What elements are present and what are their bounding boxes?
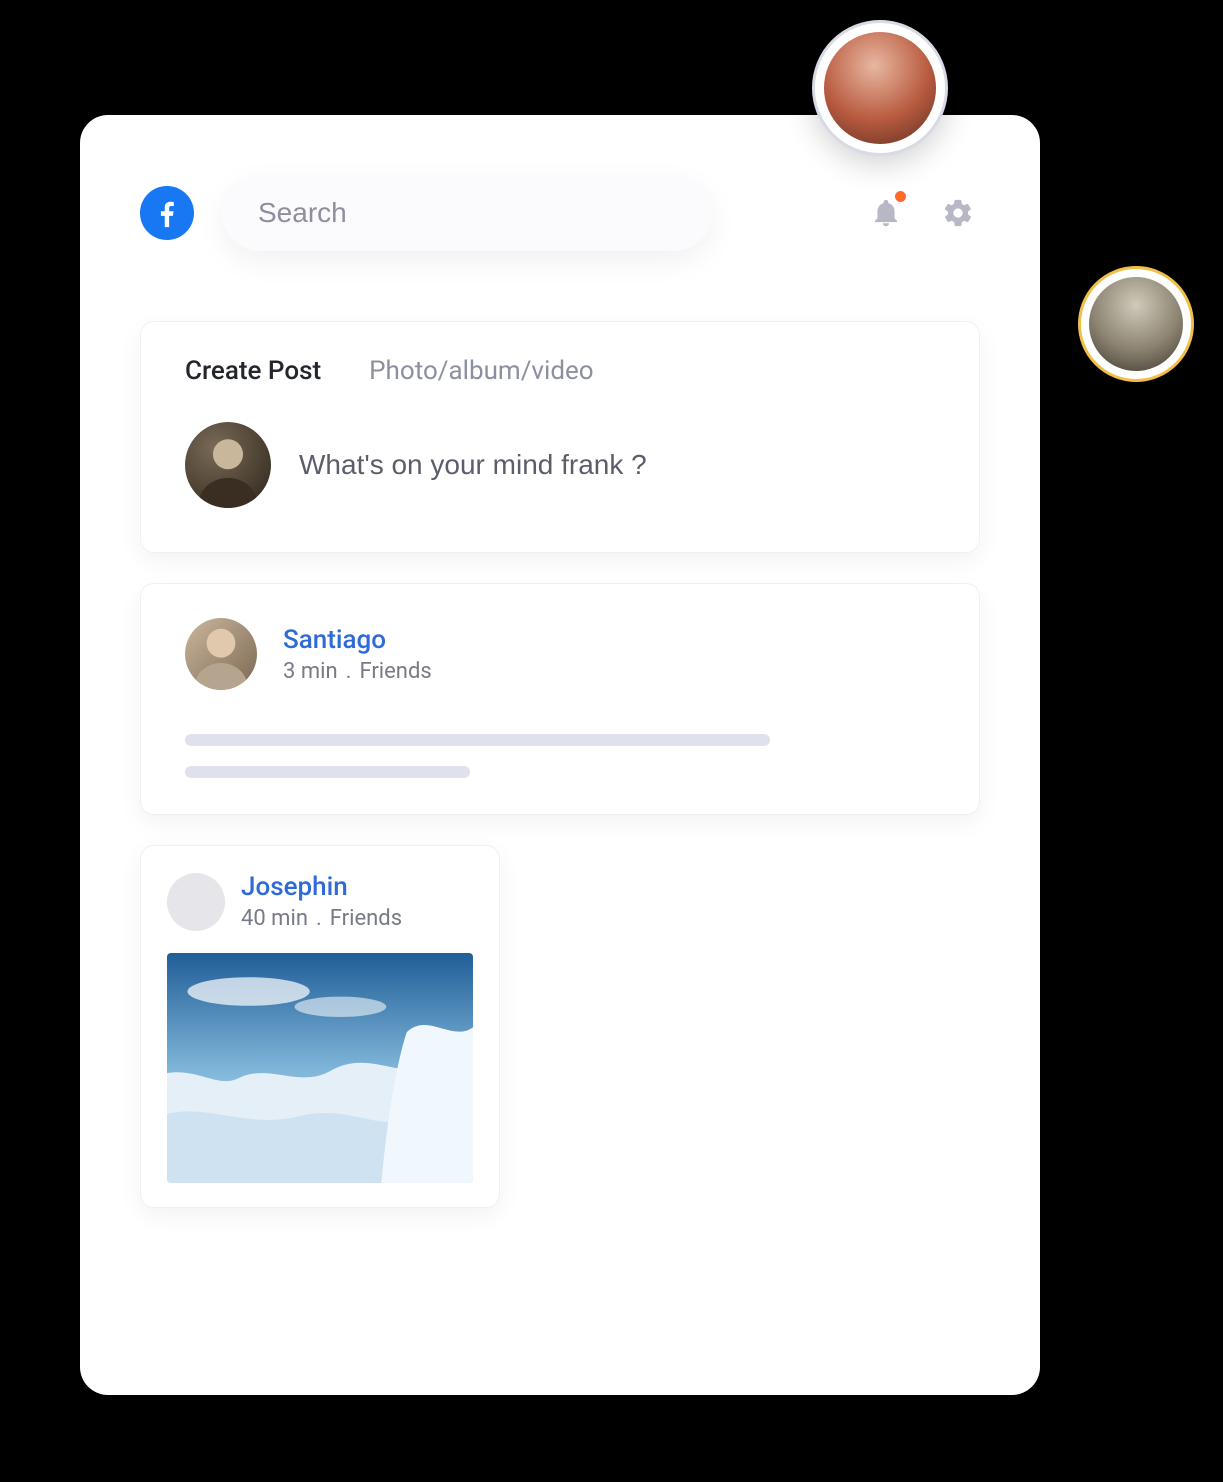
post-card: Josephin 40 min.Friends xyxy=(140,845,500,1208)
tab-create-post[interactable]: Create Post xyxy=(185,356,321,386)
post-image[interactable] xyxy=(167,953,473,1183)
avatar-image xyxy=(1089,277,1184,372)
avatar[interactable] xyxy=(185,618,257,690)
gear-icon xyxy=(942,197,974,229)
create-post-row xyxy=(185,422,935,508)
person-icon xyxy=(185,618,257,690)
post-time: 3 min xyxy=(283,659,338,684)
floating-avatar[interactable] xyxy=(1078,266,1194,382)
post-header: Santiago 3 min.Friends xyxy=(185,618,935,690)
search-input[interactable] xyxy=(258,197,676,229)
create-post-input[interactable] xyxy=(299,449,935,481)
facebook-icon xyxy=(150,196,184,230)
create-tabs: Create Post Photo/album/video xyxy=(185,356,935,386)
person-icon xyxy=(185,422,271,508)
avatar[interactable] xyxy=(167,873,225,931)
notification-dot xyxy=(895,191,906,202)
post-card: Santiago 3 min.Friends xyxy=(140,583,980,815)
skeleton-line xyxy=(185,734,770,746)
post-audience: Friends xyxy=(330,906,402,931)
post-header: Josephin 40 min.Friends xyxy=(167,872,473,931)
floating-avatar[interactable] xyxy=(812,20,948,156)
post-body-placeholder xyxy=(185,734,935,778)
skeleton-line xyxy=(185,766,470,778)
post-author-link[interactable]: Santiago xyxy=(283,625,432,655)
app-window: Create Post Photo/album/video Santiag xyxy=(80,115,1040,1395)
notifications-button[interactable] xyxy=(864,191,908,235)
landscape-image xyxy=(167,953,473,1183)
settings-button[interactable] xyxy=(936,191,980,235)
tab-photo-album-video[interactable]: Photo/album/video xyxy=(369,356,593,386)
facebook-logo[interactable] xyxy=(140,186,194,240)
post-meta: 40 min.Friends xyxy=(241,906,402,931)
post-author-link[interactable]: Josephin xyxy=(241,872,402,902)
post-time: 40 min xyxy=(241,906,308,931)
bell-icon xyxy=(870,197,902,229)
avatar-image xyxy=(824,32,936,144)
topbar xyxy=(140,175,980,251)
create-post-card: Create Post Photo/album/video xyxy=(140,321,980,553)
post-audience: Friends xyxy=(359,659,431,684)
search-field[interactable] xyxy=(222,175,712,251)
post-meta: 3 min.Friends xyxy=(283,659,432,684)
avatar[interactable] xyxy=(185,422,271,508)
